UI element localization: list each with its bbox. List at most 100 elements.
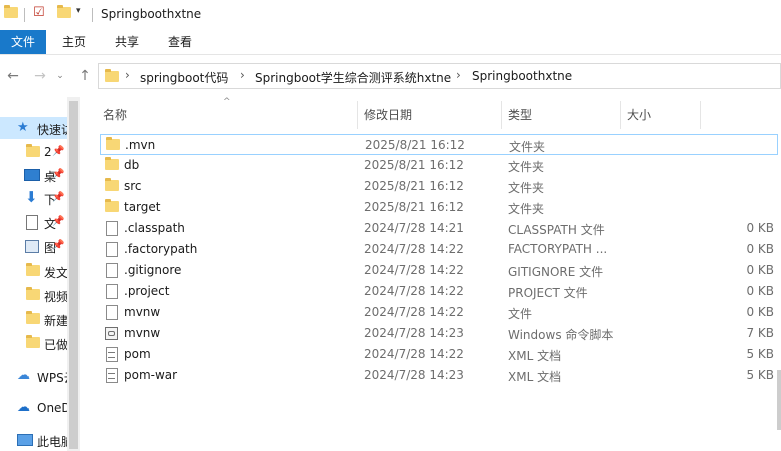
- file-type: 文件: [508, 307, 533, 321]
- file-name: pom: [124, 347, 151, 361]
- xml-document-icon: [105, 347, 118, 363]
- column-divider[interactable]: [501, 101, 502, 129]
- nav-item-label: 已做: [44, 338, 67, 352]
- file-name: .factorypath: [124, 242, 198, 256]
- cmd-script-icon: [105, 327, 118, 340]
- breadcrumb-springboot-code[interactable]: springboot代码: [140, 69, 228, 86]
- pin-icon: 📌: [52, 192, 65, 203]
- chevron-right-icon[interactable]: ›: [240, 68, 245, 82]
- column-divider[interactable]: [357, 101, 358, 129]
- scrollbar-thumb[interactable]: [69, 101, 78, 449]
- nav-item-folder-fawen[interactable]: 发文: [0, 260, 67, 282]
- chevron-right-icon[interactable]: ›: [125, 68, 130, 82]
- column-header-type[interactable]: 类型: [508, 106, 532, 123]
- file-row[interactable]: .factorypath 2024/7/28 14:22 FACTORYPATH…: [100, 239, 778, 260]
- nav-item-onedrive[interactable]: ☁ OneD: [0, 397, 67, 419]
- back-arrow-icon[interactable]: ←: [4, 67, 22, 85]
- file-row[interactable]: pom 2024/7/28 14:22 XML 文档 5 KB: [100, 344, 778, 365]
- file-type: 文件夹: [508, 202, 545, 216]
- pin-icon: 📌: [52, 146, 65, 157]
- file-size: 0 KB: [746, 242, 774, 256]
- file-type: 文件夹: [508, 181, 545, 195]
- nav-item-label: 视频: [44, 290, 67, 304]
- breadcrumb-project[interactable]: Springboot学生综合测评系统hxtne: [255, 69, 451, 86]
- cloud-icon: ☁: [17, 368, 30, 383]
- tab-view[interactable]: 查看: [162, 30, 198, 54]
- nav-item-quick-access[interactable]: ★ 快速访: [0, 117, 67, 139]
- file-row[interactable]: db 2025/8/21 16:12 文件夹: [100, 155, 778, 176]
- onedrive-icon: ☁: [17, 400, 30, 415]
- file-type: XML 文档: [508, 349, 562, 363]
- folder-icon: [105, 157, 119, 170]
- breadcrumb-current-folder[interactable]: Springboothxtne: [472, 69, 572, 83]
- up-arrow-icon[interactable]: ↑: [76, 67, 94, 85]
- file-size: 7 KB: [746, 326, 774, 340]
- title-bar: ☑ ▾ Springboothxtne: [0, 0, 781, 30]
- file-name: .classpath: [124, 221, 185, 235]
- new-folder-icon[interactable]: [57, 5, 71, 21]
- file-row[interactable]: target 2025/8/21 16:12 文件夹: [100, 197, 778, 218]
- window-title: Springboothxtne: [101, 7, 202, 21]
- file-date: 2025/8/21 16:12: [364, 158, 464, 172]
- nav-item-documents[interactable]: 文 📌: [0, 211, 67, 233]
- column-header-name[interactable]: 名称: [103, 106, 127, 123]
- file-icon: [105, 284, 118, 300]
- quick-access-dropdown-icon[interactable]: ▾: [76, 6, 81, 16]
- column-divider[interactable]: [620, 101, 621, 129]
- tab-file[interactable]: 文件: [0, 30, 46, 54]
- folder-icon: [4, 5, 18, 21]
- nav-item-label: 新建: [44, 314, 67, 328]
- nav-item-this-pc[interactable]: 此电脑: [0, 429, 67, 451]
- address-bar[interactable]: › springboot代码 › Springboot学生综合测评系统hxtne…: [98, 63, 781, 89]
- nav-item-label: 2: [44, 145, 52, 159]
- nav-item-label: WPS云: [37, 371, 67, 385]
- file-list-scrollbar[interactable]: [777, 370, 781, 430]
- column-header-size[interactable]: 大小: [627, 106, 651, 123]
- file-row[interactable]: mvnw 2024/7/28 14:22 文件 0 KB: [100, 302, 778, 323]
- folder-icon: [26, 335, 40, 351]
- nav-item-label: 此电脑: [37, 435, 67, 449]
- tab-share[interactable]: 共享: [109, 30, 145, 54]
- file-row[interactable]: src 2025/8/21 16:12 文件夹: [100, 176, 778, 197]
- file-row[interactable]: mvnw 2024/7/28 14:23 Windows 命令脚本 7 KB: [100, 323, 778, 344]
- column-divider[interactable]: [700, 101, 701, 129]
- file-type: 文件夹: [509, 140, 546, 154]
- nav-item-label: OneD: [37, 401, 67, 415]
- nav-item-desktop[interactable]: 桌 📌: [0, 164, 67, 186]
- file-type: CLASSPATH 文件: [508, 223, 605, 237]
- divider: [92, 8, 93, 22]
- file-name: .project: [124, 284, 170, 298]
- nav-item-folder-2[interactable]: 2 📌: [0, 141, 67, 163]
- navigation-bar: ← → ⌄ ↑ › springboot代码 › Springboot学生综合测…: [0, 55, 781, 97]
- chevron-right-icon[interactable]: ›: [456, 68, 461, 82]
- nav-item-pictures[interactable]: 图 📌: [0, 235, 67, 257]
- recent-locations-icon[interactable]: ⌄: [51, 67, 69, 85]
- file-date: 2024/7/28 14:22: [364, 263, 464, 277]
- computer-icon: [17, 434, 33, 446]
- file-date: 2024/7/28 14:21: [364, 221, 464, 235]
- nav-item-wps-cloud[interactable]: ☁ WPS云: [0, 365, 67, 387]
- file-icon: [105, 263, 118, 279]
- forward-arrow-icon[interactable]: →: [31, 67, 49, 85]
- column-header-date[interactable]: 修改日期: [364, 106, 412, 123]
- file-type: XML 文档: [508, 370, 562, 384]
- nav-item-folder-new[interactable]: 新建: [0, 308, 67, 330]
- picture-icon: [25, 240, 39, 253]
- tab-home[interactable]: 主页: [56, 30, 92, 54]
- file-row[interactable]: .project 2024/7/28 14:22 PROJECT 文件 0 KB: [100, 281, 778, 302]
- navigation-pane: ★ 快速访 2 📌 桌 📌 ⬇ 下 📌 文 📌 图 📌 发文 视频 新建: [0, 97, 67, 451]
- nav-pane-scrollbar[interactable]: [67, 97, 80, 451]
- sort-up-icon: ^: [223, 97, 231, 107]
- file-row[interactable]: .mvn 2025/8/21 16:12 文件夹: [100, 134, 778, 155]
- nav-item-folder-video[interactable]: 视频: [0, 284, 67, 306]
- file-list: ^ 名称 修改日期 类型 大小 .mvn 2025/8/21 16:12 文件夹…: [80, 97, 781, 451]
- file-row[interactable]: pom-war 2024/7/28 14:23 XML 文档 5 KB: [100, 365, 778, 386]
- properties-check-icon[interactable]: ☑: [33, 5, 45, 20]
- file-row[interactable]: .classpath 2024/7/28 14:21 CLASSPATH 文件 …: [100, 218, 778, 239]
- folder-icon: [105, 178, 119, 191]
- file-size: 5 KB: [746, 347, 774, 361]
- folder-icon: [26, 311, 40, 327]
- nav-item-downloads[interactable]: ⬇ 下 📌: [0, 187, 67, 209]
- nav-item-folder-done[interactable]: 已做: [0, 332, 67, 354]
- file-row[interactable]: .gitignore 2024/7/28 14:22 GITIGNORE 文件 …: [100, 260, 778, 281]
